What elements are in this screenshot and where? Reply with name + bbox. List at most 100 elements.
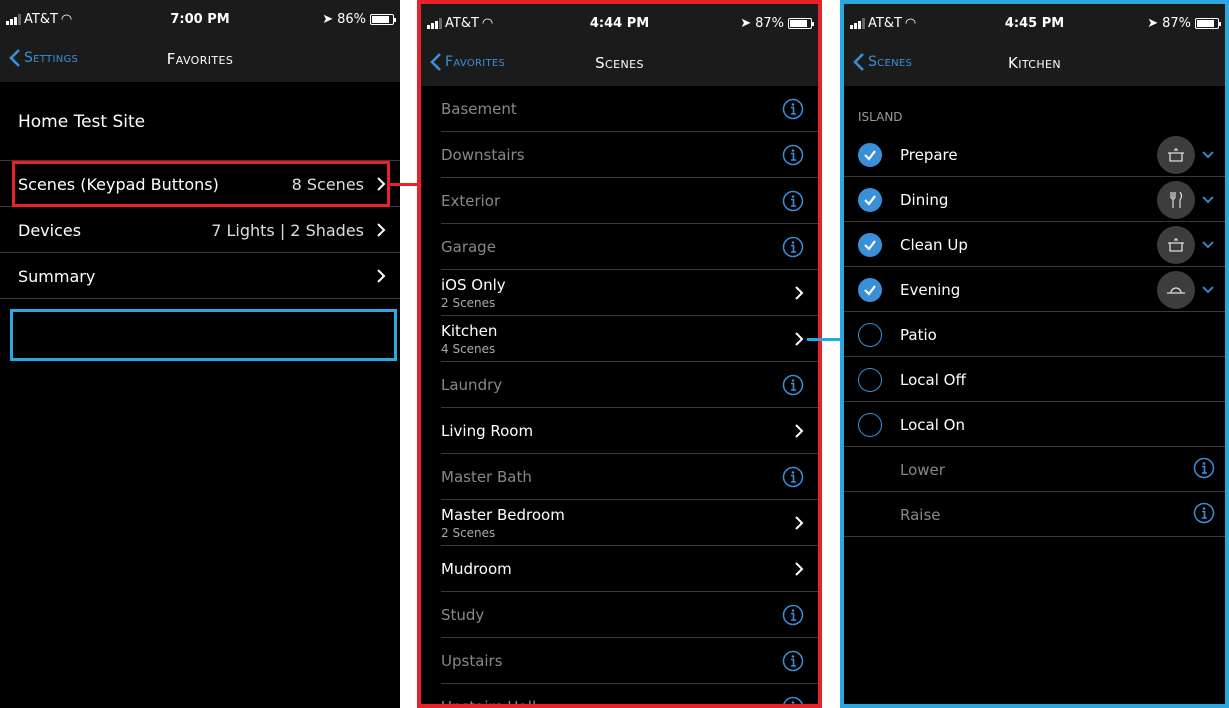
kitchen-scene-row[interactable]: Clean Up — [844, 222, 1225, 267]
scene-row[interactable]: Garage — [421, 224, 818, 270]
info-icon[interactable] — [1193, 502, 1215, 524]
connector-line-blue — [807, 338, 844, 341]
highlight-box-scenes — [12, 161, 390, 207]
scene-row[interactable]: Downstairs — [421, 132, 818, 178]
row-accessory — [782, 190, 804, 212]
kitchen-screen: AT&T ◠ 4:45 PM ➤ 87% Scenes Kitchen ISLA… — [840, 0, 1229, 708]
kitchen-scene-row[interactable]: Raise — [844, 492, 1225, 537]
row-accessory — [1193, 502, 1215, 528]
scene-name: Upstairs Hall — [441, 698, 537, 708]
scene-name: Living Room — [441, 422, 534, 440]
scene-icon-button[interactable] — [1157, 180, 1195, 219]
kitchen-scene-row[interactable]: Patio — [844, 312, 1225, 357]
status-bar: AT&T ◠ 4:44 PM ➤ 87% — [421, 4, 818, 40]
scene-row[interactable]: Master Bath — [421, 454, 818, 500]
scene-count: 4 Scenes — [441, 342, 496, 356]
battery-group: ➤ 86% — [322, 12, 396, 27]
info-icon[interactable] — [782, 144, 804, 166]
scene-name: Exterior — [441, 192, 501, 210]
site-row[interactable]: Home Test Site — [0, 98, 400, 161]
scene-row[interactable]: Study — [421, 592, 818, 638]
chevron-down-icon[interactable] — [1201, 195, 1215, 205]
scene-row[interactable]: Living Room — [421, 408, 818, 454]
scene-text: Master Bath — [441, 468, 532, 486]
kitchen-scene-row[interactable]: Lower — [844, 447, 1225, 492]
info-icon[interactable] — [782, 650, 804, 672]
nav-bar: Scenes Kitchen — [844, 40, 1225, 86]
row-accessory — [782, 466, 804, 488]
info-icon[interactable] — [782, 374, 804, 396]
scene-row[interactable]: Master Bedroom 2 Scenes — [421, 500, 818, 546]
scene-text: Basement — [441, 100, 517, 118]
sunset-icon — [1167, 286, 1185, 294]
scene-row[interactable]: Basement — [421, 86, 818, 132]
battery-group: ➤ 87% — [740, 16, 814, 31]
scene-row[interactable]: Exterior — [421, 178, 818, 224]
scene-count: 2 Scenes — [441, 296, 496, 310]
row-accessory — [782, 144, 804, 166]
scene-text: Mudroom — [441, 560, 512, 578]
scene-name: Mudroom — [441, 560, 512, 578]
kitchen-scene-row[interactable]: Dining — [844, 177, 1225, 222]
battery-icon — [788, 18, 814, 29]
connector-line-red — [390, 183, 421, 186]
scene-icon-button[interactable] — [1157, 270, 1195, 309]
location-icon: ➤ — [1147, 16, 1159, 31]
scene-text: Garage — [441, 238, 496, 256]
chevron-down-icon[interactable] — [1201, 240, 1215, 250]
scene-row[interactable]: Mudroom — [421, 546, 818, 592]
info-icon[interactable] — [782, 466, 804, 488]
battery-percent: 87% — [755, 16, 784, 31]
scene-text: Living Room — [441, 422, 533, 440]
checkmark-icon[interactable] — [858, 187, 882, 212]
scene-row[interactable]: Kitchen 4 Scenes — [421, 316, 818, 362]
empty-circle-icon[interactable] — [858, 367, 882, 392]
status-bar: AT&T ◠ 4:45 PM ➤ 87% — [844, 4, 1225, 40]
row-accessory — [794, 515, 804, 531]
empty-circle-icon[interactable] — [858, 322, 882, 347]
kitchen-scene-row[interactable]: Prepare — [844, 132, 1225, 177]
page-title: Favorites — [166, 50, 234, 68]
info-icon[interactable] — [782, 190, 804, 212]
checkmark-icon[interactable] — [858, 232, 882, 257]
chevron-right-icon — [795, 286, 804, 300]
chevron-down-icon[interactable] — [1201, 150, 1215, 160]
scene-name: Clean Up — [900, 235, 968, 254]
row-accessory — [1193, 457, 1215, 483]
info-icon[interactable] — [782, 696, 804, 708]
empty-circle-icon[interactable] — [858, 412, 882, 437]
checkmark-icon[interactable] — [858, 142, 882, 167]
chevron-right-icon — [795, 424, 804, 438]
status-bar: AT&T ◠ 7:00 PM ➤ 86% — [0, 0, 400, 36]
pot-icon — [1168, 147, 1184, 162]
scene-icon-button[interactable] — [1157, 135, 1195, 174]
scene-name: Evening — [900, 280, 961, 299]
chevron-down-icon[interactable] — [1201, 285, 1215, 295]
info-icon[interactable] — [782, 604, 804, 626]
summary-row[interactable]: Summary — [0, 253, 400, 299]
scene-list: Basement Downstairs Exterior Garage iOS Only… — [421, 86, 818, 708]
scene-name: Kitchen — [441, 322, 498, 340]
scene-name: Lower — [900, 460, 945, 479]
kitchen-scene-row[interactable]: Evening — [844, 267, 1225, 312]
scene-name: Local On — [900, 415, 965, 434]
scene-text: iOS Only 2 Scenes — [441, 276, 506, 310]
battery-percent: 86% — [337, 12, 366, 27]
info-icon[interactable] — [782, 98, 804, 120]
scene-row[interactable]: Upstairs Hall — [421, 684, 818, 708]
scene-icon-button[interactable] — [1157, 225, 1195, 264]
row-label: Devices — [18, 220, 82, 240]
info-icon[interactable] — [782, 236, 804, 258]
scene-row[interactable]: Laundry — [421, 362, 818, 408]
divider — [844, 536, 1225, 537]
checkmark-icon[interactable] — [858, 277, 882, 302]
scene-row[interactable]: Upstairs — [421, 638, 818, 684]
kitchen-scene-row[interactable]: Local Off — [844, 357, 1225, 402]
devices-row[interactable]: Devices 7 Lights | 2 Shades — [0, 207, 400, 253]
highlight-box-kitchen — [10, 309, 397, 361]
scene-row[interactable]: iOS Only 2 Scenes — [421, 270, 818, 316]
info-icon[interactable] — [1193, 457, 1215, 479]
location-icon: ➤ — [322, 12, 334, 27]
battery-percent: 87% — [1162, 16, 1191, 31]
kitchen-scene-row[interactable]: Local On — [844, 402, 1225, 447]
